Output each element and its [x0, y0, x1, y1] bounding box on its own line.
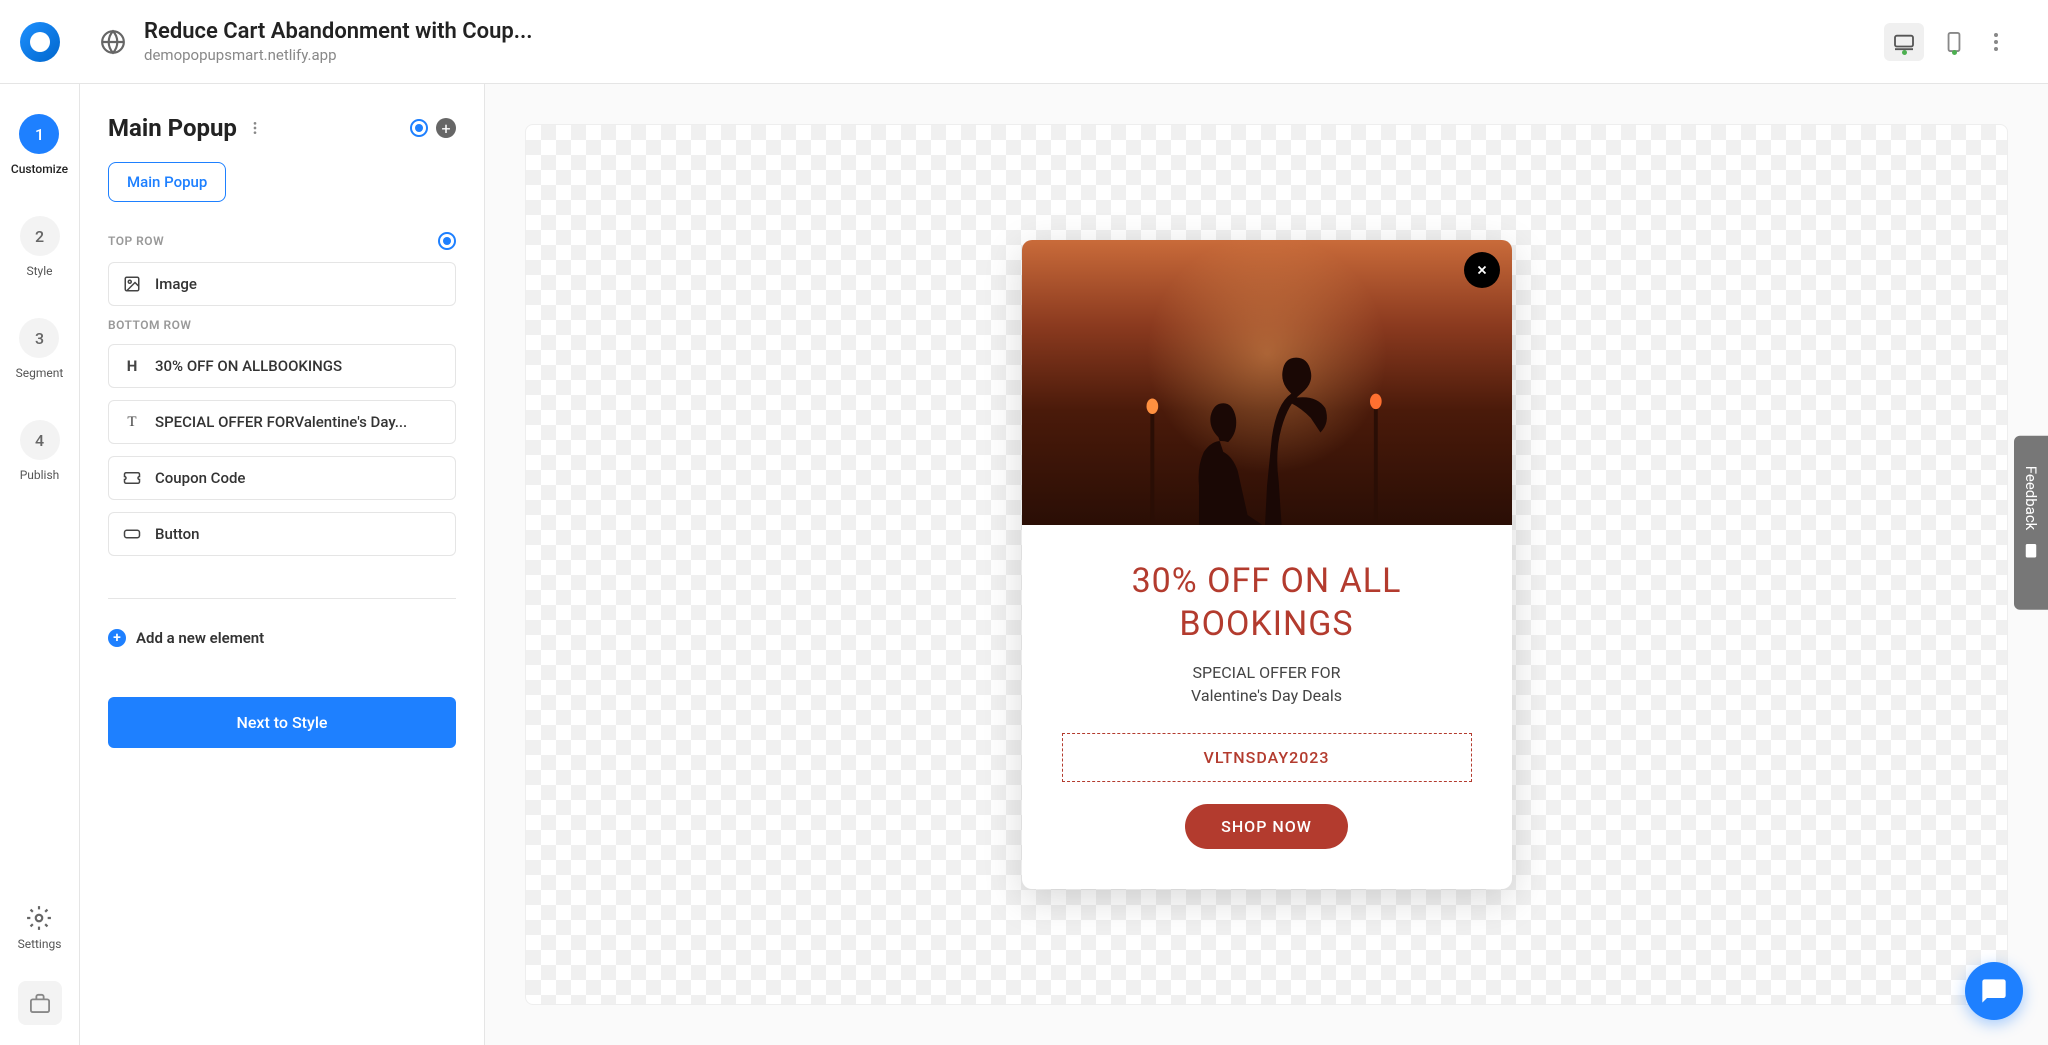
popup-options-icon[interactable]	[247, 120, 263, 136]
main-container: 1 Customize 2 Style 3 Segment 4 Publish …	[0, 84, 2048, 1045]
gear-icon	[26, 905, 52, 931]
shop-now-button[interactable]: SHOP NOW	[1185, 804, 1348, 849]
heading-icon: H	[123, 357, 141, 375]
title-block: Reduce Cart Abandonment with Coup... dem…	[144, 19, 1884, 64]
page-title: Reduce Cart Abandonment with Coup...	[144, 19, 1884, 44]
element-text[interactable]: T SPECIAL OFFER FORValentine's Day...	[108, 400, 456, 444]
left-nav: 1 Customize 2 Style 3 Segment 4 Publish …	[0, 84, 80, 1045]
add-element-button[interactable]: + Add a new element	[108, 629, 456, 647]
image-icon	[123, 275, 141, 293]
desktop-view-button[interactable]	[1884, 23, 1924, 61]
active-indicator-icon[interactable]	[410, 119, 428, 137]
next-to-style-button[interactable]: Next to Style	[108, 697, 456, 748]
settings-button[interactable]: Settings	[18, 905, 62, 951]
divider	[108, 598, 456, 599]
popup-subheading-1[interactable]: SPECIAL OFFER FOR	[1062, 663, 1472, 682]
text-icon: T	[123, 413, 141, 431]
globe-icon	[100, 29, 126, 55]
app-header: Reduce Cart Abandonment with Coup... dem…	[0, 0, 2048, 84]
element-coupon[interactable]: Coupon Code	[108, 456, 456, 500]
chat-icon	[1980, 977, 2008, 1005]
chat-button[interactable]	[1965, 962, 2023, 1020]
briefcase-icon	[29, 993, 51, 1013]
element-heading[interactable]: H 30% OFF ON ALLBOOKINGS	[108, 344, 456, 388]
device-toggle	[1884, 23, 2008, 61]
feedback-tab[interactable]: Feedback	[2014, 435, 2048, 610]
sidebar-title: Main Popup	[108, 114, 237, 142]
popup-subheading-2[interactable]: Valentine's Day Deals	[1062, 686, 1472, 705]
canvas-frame: 30% OFF ON ALL BOOKINGS SPECIAL OFFER FO…	[525, 124, 2008, 1005]
feedback-icon	[2022, 542, 2040, 560]
nav-step-segment[interactable]: 3 Segment	[16, 318, 64, 380]
popup-preview: 30% OFF ON ALL BOOKINGS SPECIAL OFFER FO…	[1022, 240, 1512, 889]
plus-icon: +	[108, 629, 126, 647]
mobile-view-button[interactable]	[1934, 23, 1974, 61]
popup-close-button[interactable]	[1464, 252, 1500, 288]
app-logo-icon[interactable]	[20, 22, 60, 62]
main-popup-tab[interactable]: Main Popup	[108, 162, 226, 202]
canvas: 30% OFF ON ALL BOOKINGS SPECIAL OFFER FO…	[485, 84, 2048, 1045]
element-button[interactable]: Button	[108, 512, 456, 556]
briefcase-button[interactable]	[18, 981, 62, 1025]
button-icon	[123, 525, 141, 543]
nav-step-publish[interactable]: 4 Publish	[20, 420, 60, 482]
more-options-icon[interactable]	[1984, 30, 2008, 54]
bottom-row-label: BOTTOM ROW	[108, 318, 456, 332]
nav-step-customize[interactable]: 1 Customize	[11, 114, 68, 176]
element-image[interactable]: Image	[108, 262, 456, 306]
page-url: demopopupsmart.netlify.app	[144, 46, 1884, 64]
elements-sidebar: Main Popup + Main Popup TOP ROW Image BO…	[80, 84, 485, 1045]
top-row-indicator-icon[interactable]	[438, 232, 456, 250]
mobile-icon	[1947, 32, 1961, 52]
ticket-icon	[123, 469, 141, 487]
nav-step-style[interactable]: 2 Style	[20, 216, 60, 278]
top-row-label: TOP ROW	[108, 232, 456, 250]
popup-heading[interactable]: 30% OFF ON ALL BOOKINGS	[1062, 560, 1472, 645]
popup-hero-image[interactable]	[1022, 240, 1512, 525]
close-icon	[1475, 263, 1489, 277]
add-popup-button[interactable]: +	[436, 118, 456, 138]
desktop-icon	[1893, 33, 1915, 51]
coupon-code[interactable]: VLTNSDAY2023	[1062, 733, 1472, 782]
couple-silhouette	[1095, 311, 1438, 525]
